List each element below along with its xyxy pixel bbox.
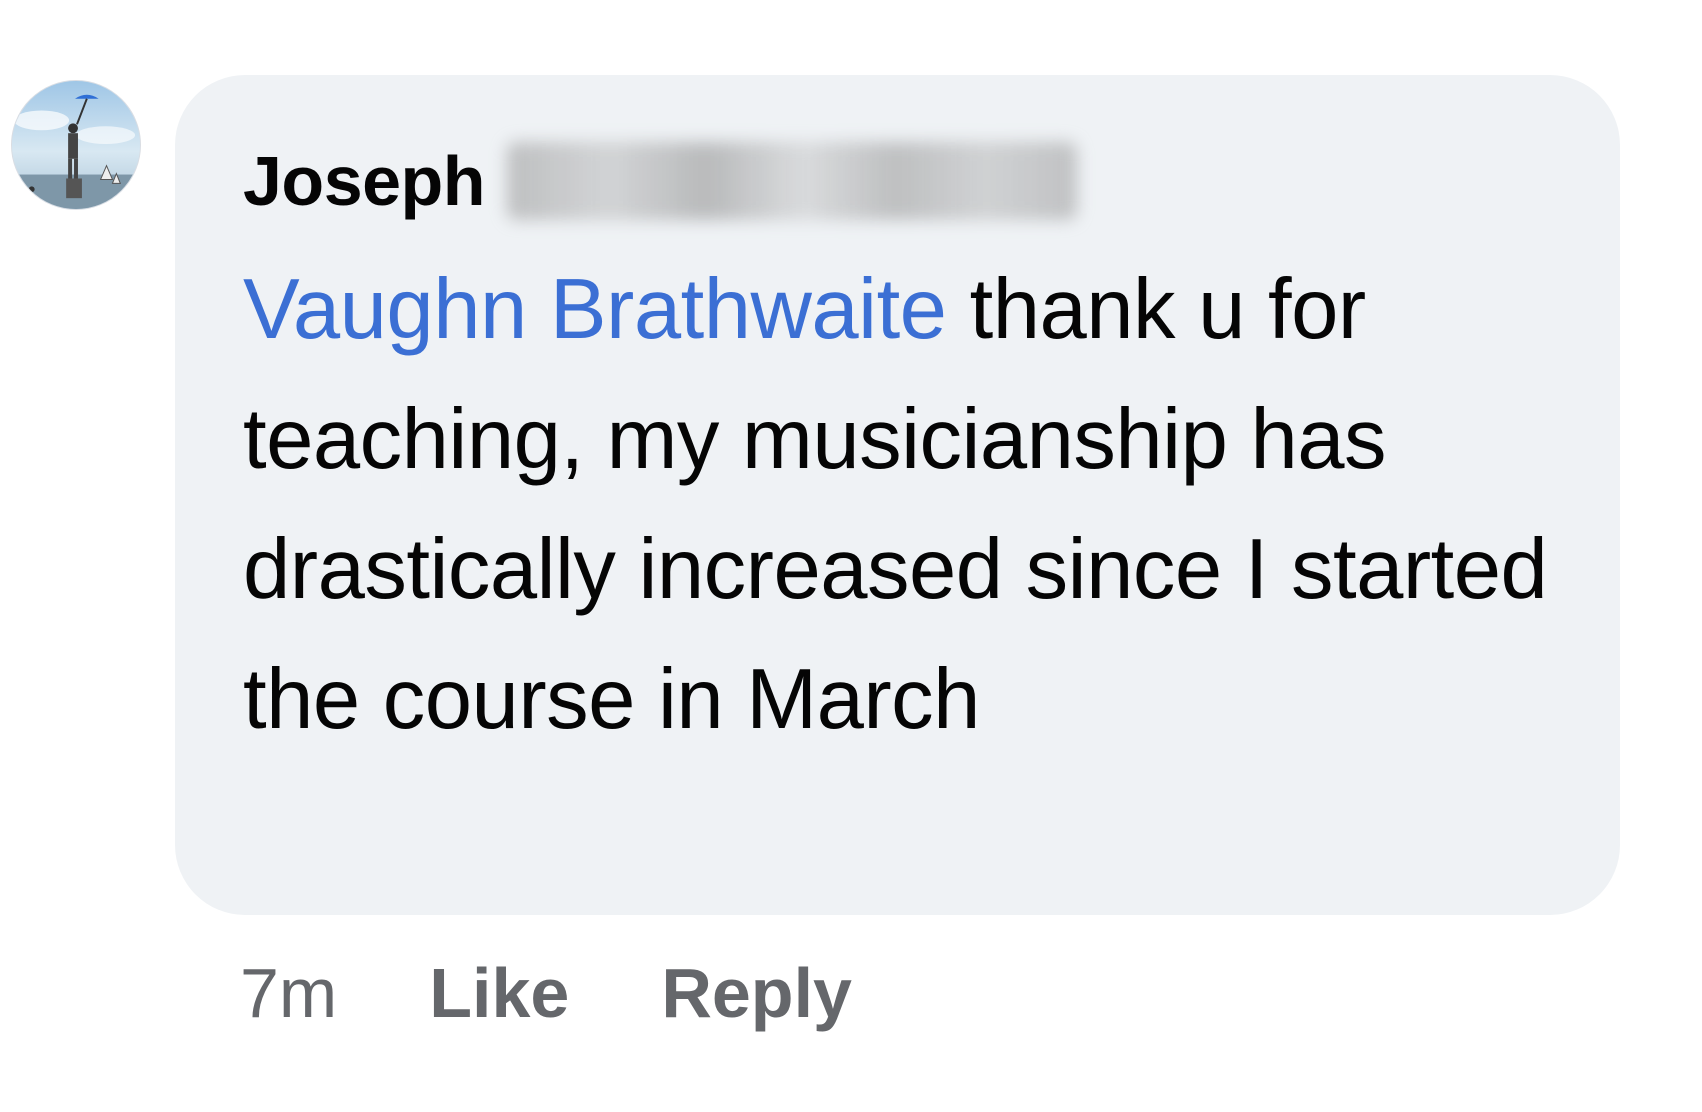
comment-actions: 7m Like Reply	[240, 948, 852, 1038]
mention-link[interactable]: Vaughn Brathwaite	[243, 262, 947, 357]
redacted-author-last-name	[507, 142, 1078, 220]
author-first-name[interactable]: Joseph	[243, 141, 486, 221]
reply-button[interactable]: Reply	[661, 953, 852, 1033]
like-button[interactable]: Like	[429, 953, 569, 1033]
comment-timestamp[interactable]: 7m	[240, 953, 337, 1033]
profile-photo-icon	[12, 81, 140, 209]
comment-author[interactable]: Joseph	[243, 135, 1078, 227]
avatar[interactable]	[11, 80, 141, 210]
comment-bubble: Joseph Vaughn Brathwaite thank u for tea…	[175, 75, 1620, 915]
comment-text: Vaughn Brathwaite thank u for teaching, …	[243, 245, 1583, 765]
